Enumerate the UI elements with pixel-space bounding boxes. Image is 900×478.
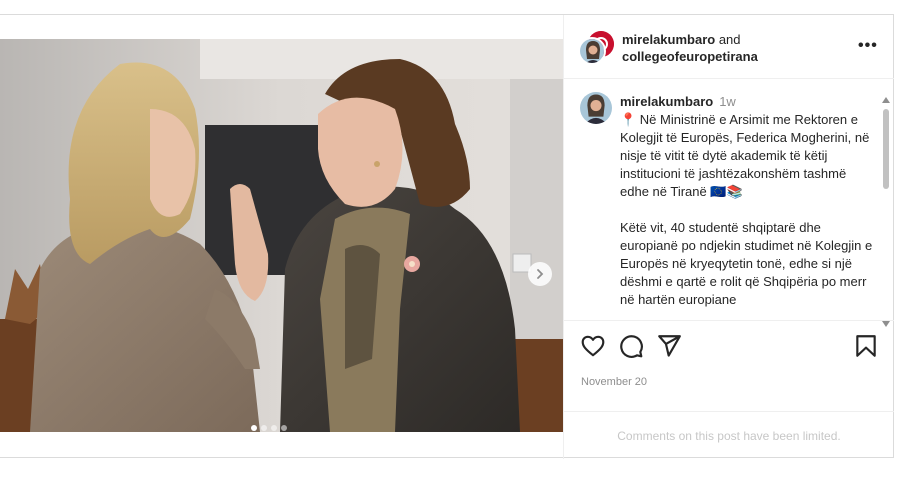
post-header-names: mirelakumbaro and collegeofeuropetirana <box>622 31 758 65</box>
caption-paragraph: 📍 Në Ministrinë e Arsimit me Rektoren e … <box>620 112 870 199</box>
comments-limited-notice: Comments on this post have been limited. <box>564 411 894 459</box>
more-options-button[interactable]: ••• <box>858 37 878 55</box>
share-icon[interactable] <box>656 333 682 359</box>
caption-username[interactable]: mirelakumbaro <box>620 94 713 109</box>
paper-plane-glyph <box>658 335 681 357</box>
scroll-thumb[interactable] <box>883 109 889 189</box>
header-and-text: and <box>718 32 741 47</box>
carousel-dot <box>261 425 267 431</box>
post-photo[interactable] <box>0 39 563 432</box>
carousel-dot <box>271 425 277 431</box>
post-side-panel: mirelakumbaro and collegeofeuropetirana … <box>563 15 894 459</box>
carousel-next-button[interactable] <box>528 262 552 286</box>
like-icon[interactable] <box>580 333 606 359</box>
author-primary-link[interactable]: mirelakumbaro <box>622 32 715 47</box>
chevron-right-icon <box>537 269 544 279</box>
photo-illustration <box>0 39 563 432</box>
carousel-dot <box>251 425 257 431</box>
caption-paragraph: Këtë vit, 40 studentë shqiptarë dhe euro… <box>620 220 873 307</box>
avatar-primary <box>578 37 606 65</box>
carousel-indicator <box>251 425 287 431</box>
comment-glyph <box>620 335 643 358</box>
caption-text: mirelakumbaro 1w 📍 Në Ministrinë e Arsimi… <box>620 93 876 309</box>
collab-avatars[interactable] <box>578 31 614 65</box>
caption-avatar[interactable] <box>580 92 612 124</box>
author-secondary-link[interactable]: collegeofeuropetirana <box>622 49 758 64</box>
scroll-up-arrow-icon[interactable] <box>882 97 890 103</box>
profile-photo-icon <box>580 39 604 63</box>
comment-icon[interactable] <box>618 333 644 359</box>
profile-photo-icon <box>580 92 612 124</box>
caption-timestamp[interactable]: 1w <box>719 94 736 109</box>
post-card: mirelakumbaro and collegeofeuropetirana … <box>0 14 894 459</box>
caption-scrollbar[interactable] <box>881 95 891 327</box>
heart-glyph <box>581 335 605 357</box>
bookmark-glyph <box>856 335 876 357</box>
save-icon[interactable] <box>853 333 879 359</box>
carousel-dot <box>281 425 287 431</box>
post-header: mirelakumbaro and collegeofeuropetirana … <box>564 15 894 79</box>
post-date[interactable]: November 20 <box>581 376 647 388</box>
action-bar: November 20 Comments on this post have b… <box>564 320 894 458</box>
caption-section: mirelakumbaro 1w 📍 Në Ministrinë e Arsimi… <box>564 80 894 320</box>
